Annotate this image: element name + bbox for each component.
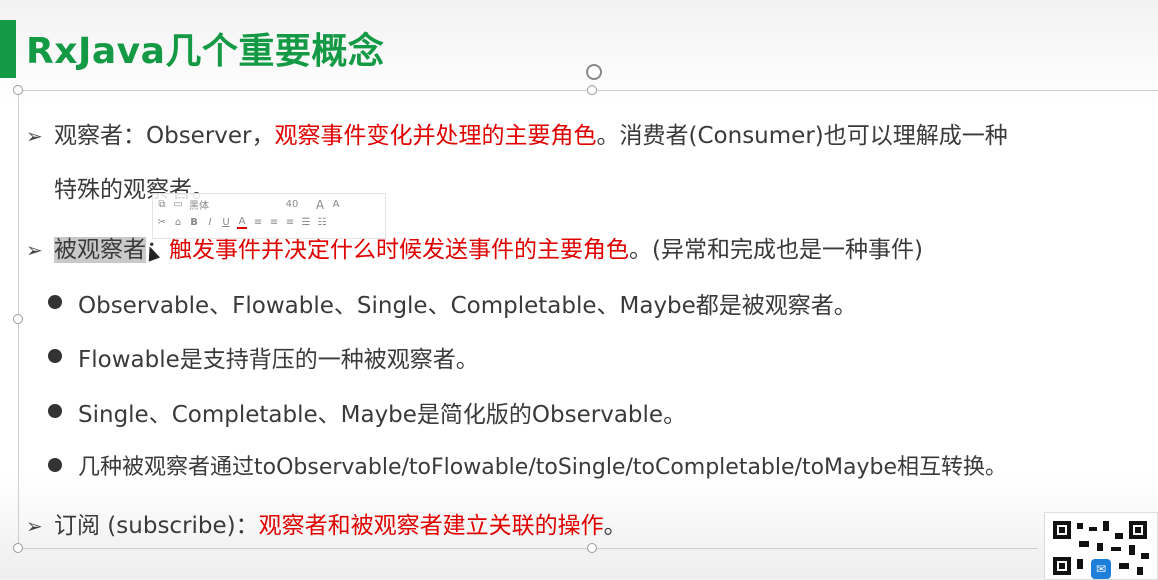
- cut-icon[interactable]: ✂: [157, 217, 167, 228]
- font-color-button[interactable]: A: [237, 216, 247, 229]
- item-highlight: 观察者和被观察者建立关联的操作: [258, 513, 604, 539]
- font-name-dropdown[interactable]: 黑体: [189, 197, 269, 212]
- align-right-icon[interactable]: ≡: [285, 217, 295, 228]
- round-bullet-icon: [48, 349, 62, 363]
- item-label: 观察者：Observer，: [54, 123, 275, 149]
- rotate-handle[interactable]: [586, 64, 602, 80]
- title-accent-bar: [0, 20, 16, 78]
- align-left-icon[interactable]: ≡: [253, 217, 263, 228]
- qr-code-icon: ✉: [1044, 512, 1158, 580]
- shrink-font-button[interactable]: A: [331, 199, 341, 210]
- sub-bullet: Single、Completable、Maybe是简化版的Observable。: [78, 402, 687, 428]
- round-bullet-icon: [48, 404, 62, 418]
- resize-handle-top-left[interactable]: [13, 85, 23, 95]
- grow-font-button[interactable]: A: [315, 198, 325, 212]
- item-rest: 。(异常和完成也是一种事件): [629, 237, 923, 263]
- sub-bullet: Flowable是支持背压的一种被观察者。: [78, 347, 479, 373]
- resize-handle-bottom-left[interactable]: [13, 543, 23, 553]
- sub-bullet: 几种被观察者通过toObservable/toFlowable/toSingle…: [78, 455, 1008, 480]
- textbox-frame-bottom: [18, 548, 1038, 549]
- arrow-bullet-icon: ➢: [26, 124, 43, 148]
- item-rest: 。消费者(Consumer)也可以理解成一种: [596, 123, 1008, 149]
- item-observer: ➢ 观察者：Observer，观察事件变化并处理的主要角色。消费者(Consume…: [26, 116, 1008, 150]
- format-painter-icon[interactable]: ⌂: [173, 217, 183, 228]
- line-spacing-icon[interactable]: ☰: [301, 217, 311, 228]
- bold-button[interactable]: B: [189, 217, 199, 228]
- message-icon: ✉: [1091, 559, 1111, 579]
- item-highlight: 触发事件并决定什么时候发送事件的主要角色: [169, 237, 629, 263]
- copy-icon[interactable]: ⧉: [157, 199, 167, 210]
- arrow-bullet-icon: ➢: [26, 238, 43, 262]
- underline-button[interactable]: U: [221, 217, 231, 228]
- paste-icon[interactable]: ▭: [173, 199, 183, 210]
- item-label: 订阅 (subscribe)：: [54, 513, 259, 539]
- round-bullet-icon: [48, 458, 62, 472]
- resize-handle-top-middle[interactable]: [587, 85, 597, 95]
- item-rest: 。: [603, 513, 627, 539]
- resize-handle-bottom-middle[interactable]: [587, 543, 597, 553]
- selected-text[interactable]: 被观察者: [54, 237, 146, 263]
- font-size-dropdown[interactable]: 40: [275, 199, 309, 210]
- arrow-bullet-icon: ➢: [26, 514, 43, 538]
- sub-bullet: Observable、Flowable、Single、Completable、M…: [78, 293, 857, 319]
- align-center-icon[interactable]: ≡: [269, 217, 279, 228]
- round-bullet-icon: [48, 295, 62, 309]
- bullet-list-icon[interactable]: ☷: [317, 217, 327, 228]
- mini-format-toolbar: ⧉ ▭ 黑体 40 A A ✂ ⌂ B I U A ≡ ≡ ≡ ☰ ☷: [152, 193, 386, 239]
- slide-title: RxJava几个重要概念: [26, 31, 385, 72]
- item-subscribe: ➢ 订阅 (subscribe)：观察者和被观察者建立关联的操作。: [26, 506, 627, 540]
- italic-button[interactable]: I: [205, 217, 215, 228]
- item-highlight: 观察事件变化并处理的主要角色: [274, 123, 597, 149]
- resize-handle-middle-left[interactable]: [13, 314, 23, 324]
